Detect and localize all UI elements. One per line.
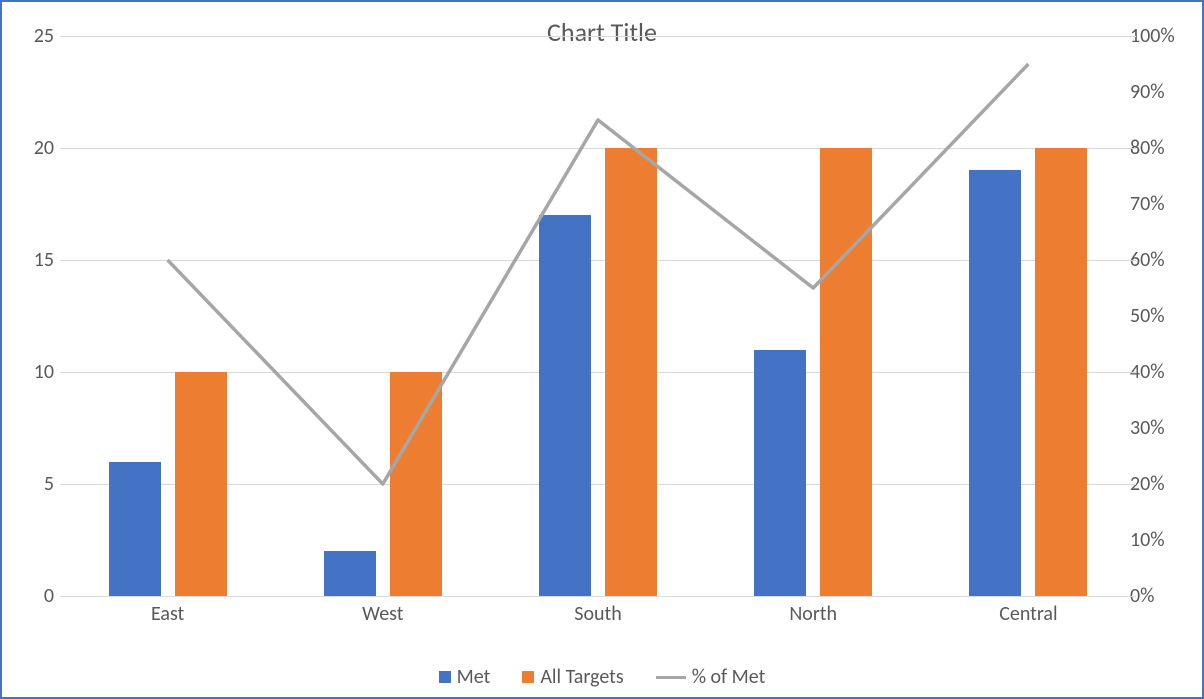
legend-swatch-pct-met bbox=[656, 676, 686, 679]
y-tick-left: 25 bbox=[14, 26, 54, 46]
y-tick-right: 80% bbox=[1130, 138, 1190, 158]
x-label: West bbox=[362, 602, 403, 626]
y-tick-left: 15 bbox=[14, 250, 54, 270]
y-tick-right: 90% bbox=[1130, 82, 1190, 102]
y-tick-left: 20 bbox=[14, 138, 54, 158]
x-label: East bbox=[151, 602, 184, 626]
x-axis: East West South North Central bbox=[60, 602, 1136, 642]
legend-swatch-all-targets bbox=[522, 671, 534, 683]
y-tick-right: 70% bbox=[1130, 194, 1190, 214]
grid-line bbox=[60, 596, 1136, 597]
x-label: South bbox=[574, 602, 621, 626]
y-tick-right: 100% bbox=[1130, 26, 1190, 46]
legend: Met All Targets % of Met bbox=[2, 665, 1202, 689]
legend-item-pct-met: % of Met bbox=[656, 665, 766, 689]
legend-swatch-met bbox=[439, 671, 451, 683]
y-axis-left: 0510152025 bbox=[14, 36, 54, 596]
y-tick-left: 10 bbox=[14, 362, 54, 382]
y-tick-left: 5 bbox=[14, 474, 54, 494]
y-tick-left: 0 bbox=[14, 586, 54, 606]
y-axis-right: 0%10%20%30%40%50%60%70%80%90%100% bbox=[1130, 36, 1190, 596]
legend-item-all-targets: All Targets bbox=[522, 665, 623, 689]
x-label: North bbox=[789, 602, 837, 626]
y-tick-right: 20% bbox=[1130, 474, 1190, 494]
legend-label-met: Met bbox=[457, 665, 491, 689]
plot-area bbox=[60, 36, 1136, 596]
legend-item-met: Met bbox=[439, 665, 491, 689]
y-tick-right: 60% bbox=[1130, 250, 1190, 270]
legend-label-all-targets: All Targets bbox=[540, 665, 623, 689]
y-tick-right: 40% bbox=[1130, 362, 1190, 382]
x-label: Central bbox=[999, 602, 1057, 626]
line-series bbox=[60, 36, 1136, 596]
y-tick-right: 10% bbox=[1130, 530, 1190, 550]
y-tick-right: 30% bbox=[1130, 418, 1190, 438]
legend-label-pct-met: % of Met bbox=[692, 665, 766, 689]
chart-container: Chart Title 0510152025 0%10%20%30%40%50%… bbox=[0, 0, 1204, 699]
y-tick-right: 50% bbox=[1130, 306, 1190, 326]
line-pct-of-met bbox=[168, 64, 1029, 484]
y-tick-right: 0% bbox=[1130, 586, 1190, 606]
